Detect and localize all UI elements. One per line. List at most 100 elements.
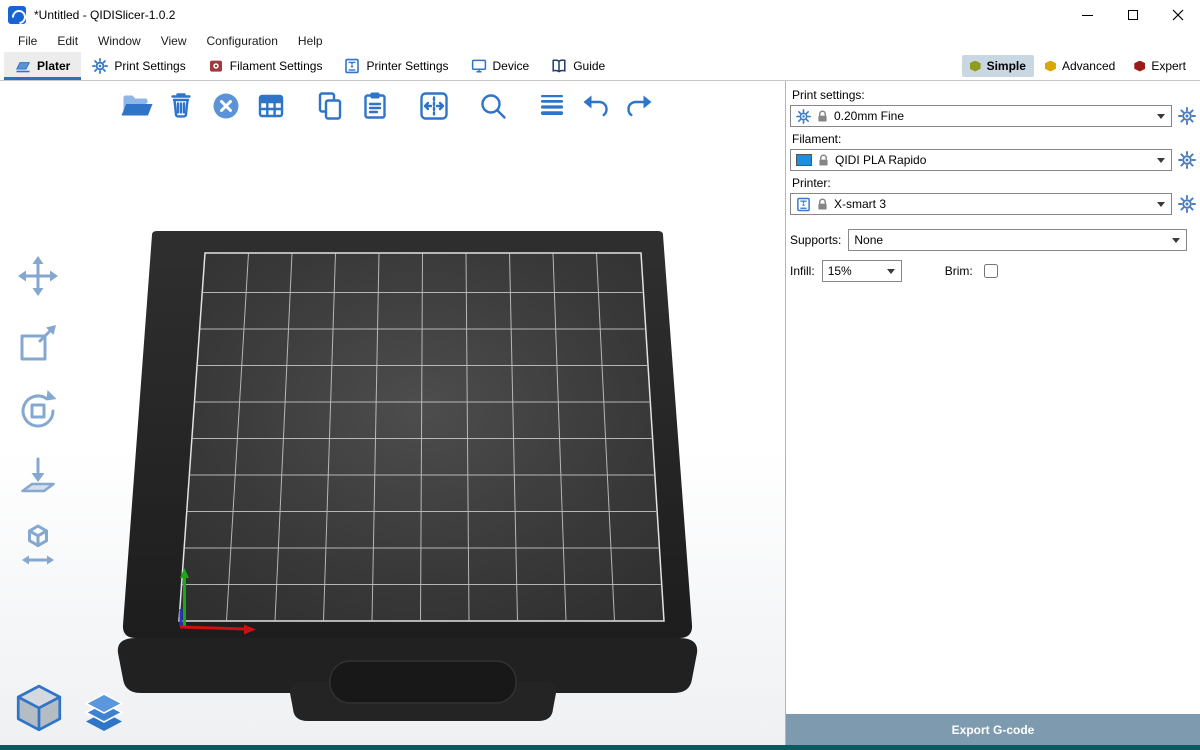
infill-value: 15% <box>828 264 852 278</box>
menu-view[interactable]: View <box>151 32 197 50</box>
tab-label: Print Settings <box>114 59 185 73</box>
redo-button[interactable] <box>622 88 658 124</box>
printer-icon <box>344 58 360 74</box>
tab-print-settings[interactable]: Print Settings <box>81 52 196 80</box>
tab-printer-settings[interactable]: Printer Settings <box>333 52 459 80</box>
place-on-face-icon <box>14 453 62 501</box>
manipulation-toolbar <box>13 251 63 569</box>
mode-label: Expert <box>1151 59 1186 73</box>
tab-label: Filament Settings <box>230 59 323 73</box>
mode-label: Advanced <box>1062 59 1115 73</box>
menu-help[interactable]: Help <box>288 32 333 50</box>
mode-expert[interactable]: Expert <box>1126 55 1194 77</box>
paste-button[interactable] <box>357 88 393 124</box>
variable-layer-height-button[interactable] <box>534 88 570 124</box>
filament-combobox[interactable]: QIDI PLA Rapido <box>790 149 1172 171</box>
menu-window[interactable]: Window <box>88 32 151 50</box>
main-area: Print settings: 0.20mm Fine Filament: QI… <box>0 81 1200 750</box>
printer-label: Printer: <box>792 176 1194 191</box>
edit-printer-button[interactable] <box>1178 195 1196 213</box>
print-settings-value: 0.20mm Fine <box>834 109 904 123</box>
print-settings-label: Print settings: <box>792 88 1194 103</box>
copy-button[interactable] <box>312 88 348 124</box>
layer-lines-icon <box>534 88 570 124</box>
filament-label: Filament: <box>792 132 1194 147</box>
maximize-icon <box>1128 10 1138 20</box>
edit-filament-button[interactable] <box>1178 151 1196 169</box>
menu-configuration[interactable]: Configuration <box>197 32 288 50</box>
minimize-button[interactable] <box>1065 0 1110 30</box>
tab-label: Printer Settings <box>366 59 448 73</box>
menu-file[interactable]: File <box>8 32 47 50</box>
maximize-button[interactable] <box>1110 0 1155 30</box>
split-objects-icon <box>416 88 452 124</box>
mode-label: Simple <box>987 59 1026 73</box>
menu-edit[interactable]: Edit <box>47 32 88 50</box>
tab-guide[interactable]: Guide <box>540 52 616 80</box>
mode-advanced[interactable]: Advanced <box>1037 55 1123 77</box>
chevron-down-icon <box>1157 202 1165 207</box>
infill-combobox[interactable]: 15% <box>822 260 902 282</box>
trash-icon <box>163 88 199 124</box>
lock-icon <box>816 110 829 123</box>
arrange-button[interactable] <box>253 88 289 124</box>
history-toolbar <box>577 88 658 124</box>
mode-simple[interactable]: Simple <box>962 55 1034 77</box>
search-icon <box>475 88 511 124</box>
rotate-button[interactable] <box>13 385 63 435</box>
open-button[interactable] <box>118 88 154 124</box>
app-logo-icon <box>8 6 26 24</box>
place-on-face-button[interactable] <box>13 452 63 502</box>
print-settings-combobox[interactable]: 0.20mm Fine <box>790 105 1172 127</box>
move-icon <box>14 252 62 300</box>
filament-spool-icon <box>208 58 224 74</box>
gear-icon <box>92 58 108 74</box>
move-button[interactable] <box>13 251 63 301</box>
undo-button[interactable] <box>577 88 613 124</box>
scale-button[interactable] <box>13 318 63 368</box>
close-icon <box>1172 9 1184 21</box>
3d-editor-view-button[interactable] <box>12 682 66 741</box>
layers-preview-view-button[interactable] <box>80 690 128 741</box>
printer-icon <box>796 197 811 212</box>
close-button[interactable] <box>1155 0 1200 30</box>
undo-icon <box>577 88 613 124</box>
delete-all-button[interactable] <box>208 88 244 124</box>
tab-filament-settings[interactable]: Filament Settings <box>197 52 334 80</box>
lock-icon <box>817 154 830 167</box>
advanced-mode-icon <box>1045 61 1056 72</box>
redo-icon <box>622 88 658 124</box>
split-button[interactable] <box>416 88 452 124</box>
guide-book-icon <box>551 58 567 74</box>
layers-stack-icon <box>80 690 128 736</box>
minimize-icon <box>1082 15 1093 16</box>
chevron-down-icon <box>887 269 895 274</box>
delete-button[interactable] <box>163 88 199 124</box>
supports-combobox[interactable]: None <box>848 229 1187 251</box>
printer-value: X-smart 3 <box>834 197 886 211</box>
title-bar: *Untitled - QIDISlicer-1.0.2 <box>0 0 1200 30</box>
supports-label: Supports: <box>790 233 841 247</box>
3d-viewport[interactable] <box>0 81 786 750</box>
view-mode-toolbar <box>12 682 128 741</box>
simple-mode-icon <box>970 61 981 72</box>
tab-plater[interactable]: Plater <box>4 52 81 80</box>
supports-value: None <box>854 233 883 247</box>
tab-label: Guide <box>573 59 605 73</box>
mode-switcher: Simple Advanced Expert <box>962 52 1200 80</box>
search-button[interactable] <box>475 88 511 124</box>
edit-print-settings-button[interactable] <box>1178 107 1196 125</box>
chevron-down-icon <box>1172 238 1180 243</box>
scale-icon <box>14 319 62 367</box>
infill-label: Infill: <box>790 264 815 278</box>
open-folder-icon <box>118 88 154 124</box>
brim-label: Brim: <box>945 264 973 278</box>
brim-checkbox[interactable] <box>984 264 998 278</box>
3d-cube-icon <box>12 682 66 736</box>
settings-sidebar: Print settings: 0.20mm Fine Filament: QI… <box>786 81 1200 750</box>
measure-button[interactable] <box>13 519 63 569</box>
printer-combobox[interactable]: X-smart 3 <box>790 193 1172 215</box>
object-toolbar <box>118 88 570 124</box>
tab-device[interactable]: Device <box>460 52 541 80</box>
export-gcode-button[interactable]: Export G-code <box>786 714 1200 745</box>
